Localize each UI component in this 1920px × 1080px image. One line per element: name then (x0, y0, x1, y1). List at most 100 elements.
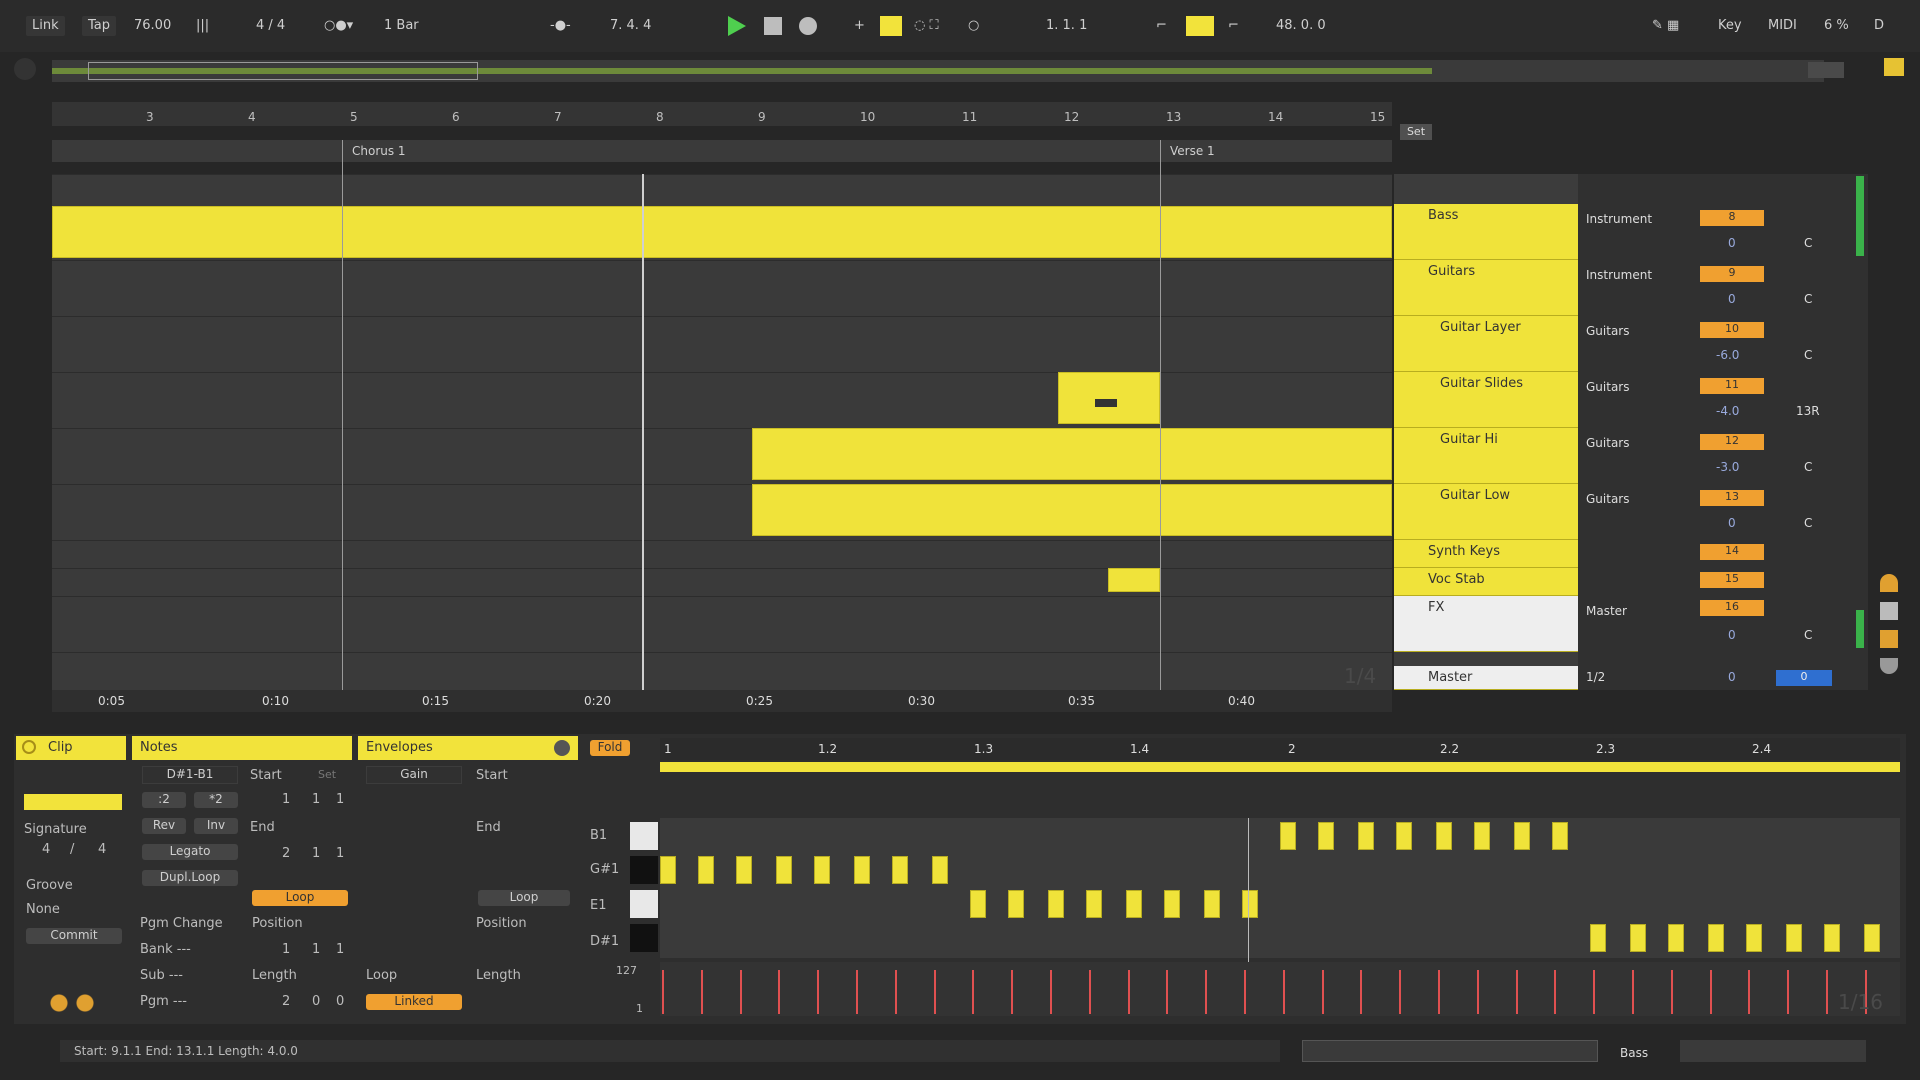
pan-guitar-low[interactable]: C (1804, 516, 1812, 530)
track-synth-keys[interactable]: Synth Keys (1394, 540, 1578, 568)
legato-button[interactable]: Legato (142, 844, 238, 860)
pan-guitar-slides[interactable]: 13R (1796, 404, 1820, 418)
track-number-guitars[interactable]: 9 (1700, 266, 1764, 282)
midi-note[interactable] (892, 856, 908, 884)
midi-note[interactable] (1318, 822, 1334, 850)
velocity-marker[interactable] (856, 970, 858, 1014)
routing-guitar-layer[interactable]: Guitars (1586, 324, 1629, 338)
midi-note[interactable] (1048, 890, 1064, 918)
midi-note[interactable] (1786, 924, 1802, 952)
record-button[interactable] (799, 17, 817, 35)
lane-fx[interactable] (52, 596, 1392, 652)
pgm-field[interactable]: Pgm --- (140, 994, 187, 1009)
velocity-marker[interactable] (1826, 970, 1828, 1014)
pan-bass[interactable]: C (1804, 236, 1812, 250)
menu-icon[interactable] (1884, 58, 1904, 76)
time-ruler[interactable] (52, 690, 1392, 712)
envelope-loop-button[interactable]: Loop (478, 890, 570, 906)
routing-guitar-low[interactable]: Guitars (1586, 492, 1629, 506)
automation-arm-icon[interactable] (880, 16, 902, 36)
loop-brace[interactable] (660, 762, 1900, 772)
punch-in-icon[interactable]: ⌐ (1150, 16, 1173, 36)
lane-guitar-layer[interactable] (52, 316, 1392, 372)
velocity-marker[interactable] (1399, 970, 1402, 1014)
metronome-icon[interactable]: ○●▾ (318, 16, 359, 36)
volume-guitar-layer[interactable]: -6.0 (1716, 348, 1739, 362)
midi-ruler[interactable] (660, 738, 1900, 760)
pan-guitar-hi[interactable]: C (1804, 460, 1812, 474)
view-switch-icons[interactable] (1680, 1040, 1866, 1062)
velocity-marker[interactable] (1670, 970, 1673, 1014)
track-guitar-hi[interactable]: Guitar Hi (1394, 428, 1578, 484)
velocity-marker[interactable] (1127, 970, 1130, 1014)
track-number-fx[interactable]: 16 (1700, 600, 1764, 616)
position-beat[interactable]: 1 (312, 942, 320, 957)
volume-guitar-hi[interactable]: -3.0 (1716, 460, 1739, 474)
signature-field[interactable]: 4 / 4 (250, 16, 291, 36)
track-guitar-low[interactable]: Guitar Low (1394, 484, 1578, 540)
velocity-marker[interactable] (778, 970, 781, 1014)
track-number-guitar-layer[interactable]: 10 (1700, 322, 1764, 338)
velocity-marker[interactable] (1632, 970, 1634, 1014)
routing-guitars[interactable]: Instrument (1586, 268, 1652, 282)
track-number-bass[interactable]: 8 (1700, 210, 1764, 226)
play-button[interactable] (728, 16, 746, 36)
velocity-lane[interactable] (660, 962, 1900, 1016)
clip-footer-icons[interactable] (50, 994, 94, 1012)
piano-key-white[interactable] (630, 890, 658, 918)
overview-viewport[interactable] (88, 62, 478, 80)
pan-master[interactable]: 0 (1776, 670, 1832, 686)
midi-note[interactable] (1708, 924, 1724, 952)
midi-note[interactable] (1668, 924, 1684, 952)
track-number-guitar-low[interactable]: 13 (1700, 490, 1764, 506)
sub-field[interactable]: Sub --- (140, 968, 183, 983)
midi-note[interactable] (1280, 822, 1296, 850)
end-sixteenth[interactable]: 1 (336, 846, 344, 861)
song-position-field[interactable]: 7. 4. 4 (604, 16, 657, 36)
tap-tempo-button[interactable]: Tap (82, 16, 117, 36)
length-beat[interactable]: 0 (312, 994, 320, 1009)
track-number-synth-keys[interactable]: 14 (1700, 544, 1764, 560)
set-button[interactable]: Set (1400, 124, 1432, 140)
routing-master[interactable]: 1/2 (1586, 670, 1605, 684)
volume-bass[interactable]: 0 (1728, 236, 1736, 250)
start-bar[interactable]: 1 (282, 792, 290, 807)
overview-scroll-icons[interactable] (1808, 62, 1844, 78)
duplicate-loop-button[interactable]: Dupl.Loop (142, 870, 238, 886)
velocity-marker[interactable] (817, 970, 820, 1014)
midi-note[interactable] (1474, 822, 1490, 850)
midi-note[interactable] (1590, 924, 1606, 952)
midi-note[interactable] (1864, 924, 1880, 952)
track-number-guitar-slides[interactable]: 11 (1700, 378, 1764, 394)
follow-icon[interactable]: -●- (544, 16, 577, 36)
clip-bass[interactable] (52, 206, 1392, 258)
position-sixteenth[interactable]: 1 (336, 942, 344, 957)
length-bar[interactable]: 2 (282, 994, 290, 1009)
velocity-marker[interactable] (1282, 970, 1285, 1014)
groove-value[interactable]: None (26, 902, 60, 917)
piano-key-black[interactable] (630, 856, 658, 884)
midi-note[interactable] (1436, 822, 1452, 850)
midi-note[interactable] (1164, 890, 1180, 918)
midi-map-button[interactable]: MIDI (1762, 16, 1803, 36)
nudge-icon[interactable]: ||| (190, 16, 215, 36)
locator-chorus-1[interactable]: Chorus 1 (352, 144, 406, 158)
clip-guitar-low[interactable] (752, 484, 1392, 536)
end-bar[interactable]: 2 (282, 846, 290, 861)
velocity-marker[interactable] (1088, 970, 1091, 1014)
key-map-button[interactable]: Key (1712, 16, 1748, 36)
signature-denominator[interactable]: 4 (98, 842, 106, 857)
pan-guitar-layer[interactable]: C (1804, 348, 1812, 362)
reverse-button[interactable]: Rev (142, 818, 186, 834)
velocity-marker[interactable] (1709, 970, 1712, 1014)
linked-button[interactable]: Linked (366, 994, 462, 1010)
commit-button[interactable]: Commit (26, 928, 122, 944)
volume-master[interactable]: 0 (1728, 670, 1736, 684)
midi-note[interactable] (1204, 890, 1220, 918)
midi-note[interactable] (698, 856, 714, 884)
loop-length-field[interactable]: 48. 0. 0 (1270, 16, 1332, 36)
velocity-marker[interactable] (933, 970, 936, 1014)
double-button[interactable]: *2 (194, 792, 238, 808)
lane-guitar-slides[interactable] (52, 372, 1392, 428)
routing-bass[interactable]: Instrument (1586, 212, 1652, 226)
